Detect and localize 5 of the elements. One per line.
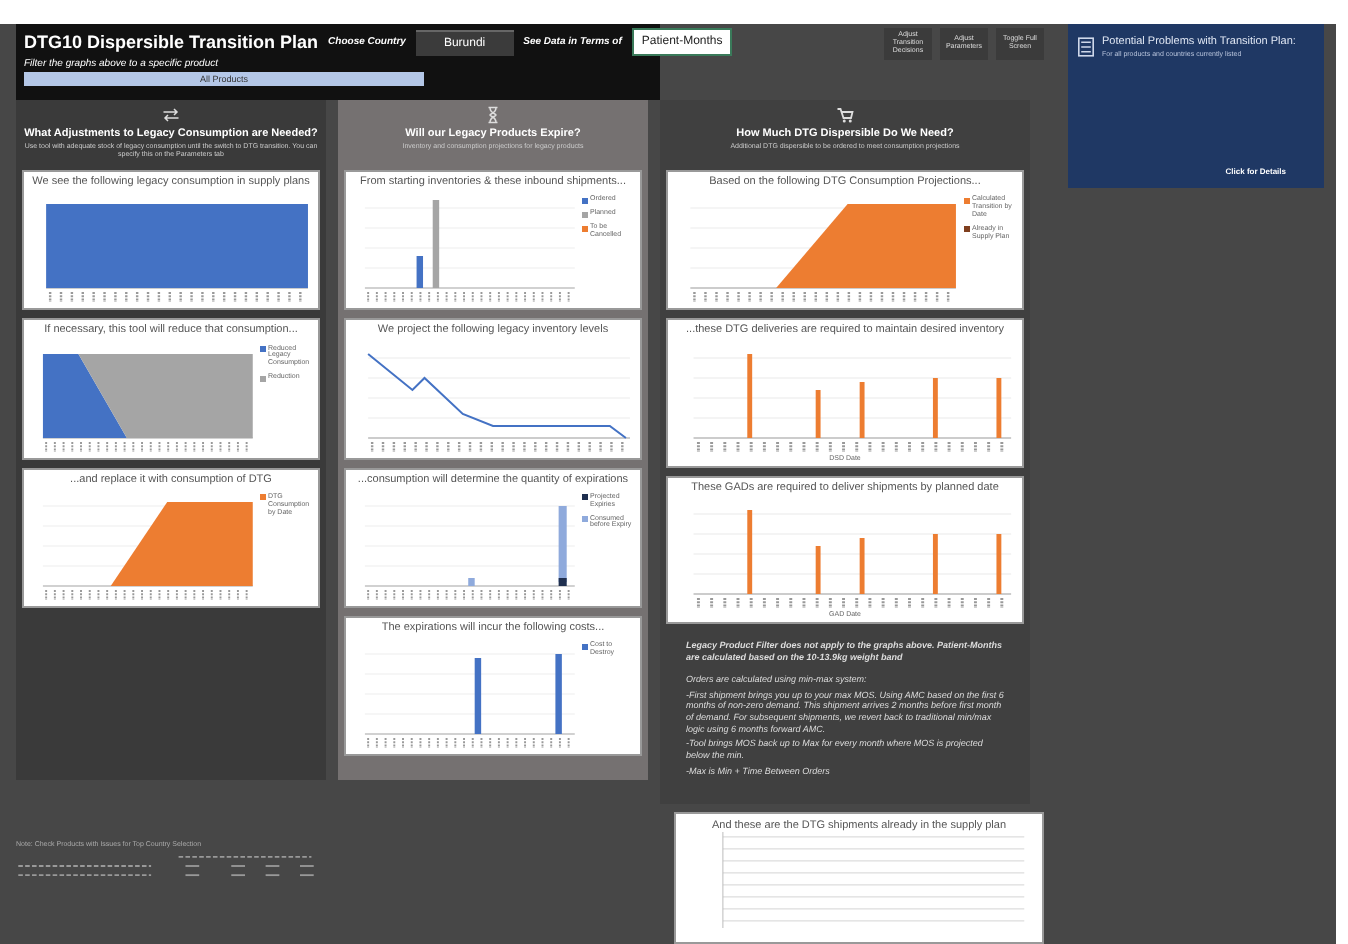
dashboard-title: DTG10 Dispersible Transition Plan xyxy=(24,32,319,52)
checklist-icon xyxy=(1078,36,1094,58)
hourglass-icon xyxy=(484,106,502,124)
cart-icon xyxy=(836,106,854,124)
swap-arrows-icon xyxy=(162,106,180,124)
